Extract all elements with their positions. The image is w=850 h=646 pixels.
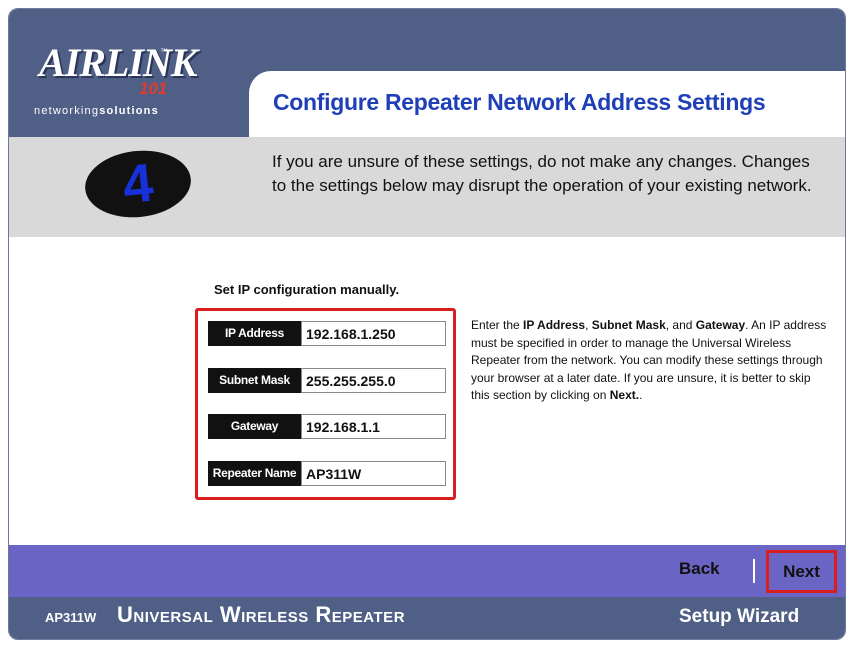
gateway-input[interactable] bbox=[301, 414, 446, 439]
notice-band: 4 If you are unsure of these settings, d… bbox=[9, 137, 845, 237]
logo-suffix: 101 bbox=[139, 79, 168, 98]
gateway-label: Gateway bbox=[208, 414, 301, 439]
wizard-label: Setup Wizard bbox=[679, 606, 800, 627]
next-button[interactable]: Next bbox=[766, 550, 837, 593]
gateway-row: Gateway bbox=[208, 414, 446, 439]
subnet-mask-label: Subnet Mask bbox=[208, 368, 301, 393]
model-number: AP311W bbox=[45, 610, 97, 625]
page-title: Configure Repeater Network Address Setti… bbox=[273, 89, 766, 115]
wizard-window: AIRLINK ™ 101 networkingsolutions Config… bbox=[8, 8, 846, 640]
repeater-name-label: Repeater Name bbox=[208, 461, 301, 486]
help-text: Enter the IP Address, Subnet Mask, and G… bbox=[471, 318, 827, 402]
back-button[interactable]: Back bbox=[679, 559, 720, 579]
ip-address-input[interactable] bbox=[301, 321, 446, 346]
ip-address-label: IP Address bbox=[208, 321, 301, 346]
form-heading: Set IP configuration manually. bbox=[214, 282, 400, 297]
tagline: networkingsolutions bbox=[34, 105, 159, 117]
logo-block: AIRLINK ™ 101 networkingsolutions bbox=[9, 9, 254, 137]
trademark-mark: ™ bbox=[160, 47, 168, 56]
step-indicator: 4 bbox=[81, 145, 195, 223]
step-number: 4 bbox=[119, 152, 157, 216]
title-bar: Configure Repeater Network Address Setti… bbox=[249, 71, 845, 137]
subnet-mask-input[interactable] bbox=[301, 368, 446, 393]
ip-address-row: IP Address bbox=[208, 321, 446, 346]
subnet-mask-row: Subnet Mask bbox=[208, 368, 446, 393]
nav-divider bbox=[753, 559, 755, 583]
warning-text: If you are unsure of these settings, do … bbox=[272, 152, 812, 195]
header: AIRLINK ™ 101 networkingsolutions Config… bbox=[9, 9, 845, 137]
repeater-name-input[interactable] bbox=[301, 461, 446, 486]
product-name: Universal Wireless Repeater bbox=[117, 602, 406, 627]
footer: AP311W Universal Wireless Repeater Setup… bbox=[9, 597, 845, 639]
airlink-logo: AIRLINK ™ 101 bbox=[39, 29, 199, 99]
ip-settings-form: IP Address Subnet Mask Gateway Repeater … bbox=[195, 308, 456, 500]
navigation-bar: Back Next bbox=[9, 545, 845, 597]
logo-wordmark: AIRLINK bbox=[39, 40, 197, 85]
repeater-name-row: Repeater Name bbox=[208, 461, 446, 486]
